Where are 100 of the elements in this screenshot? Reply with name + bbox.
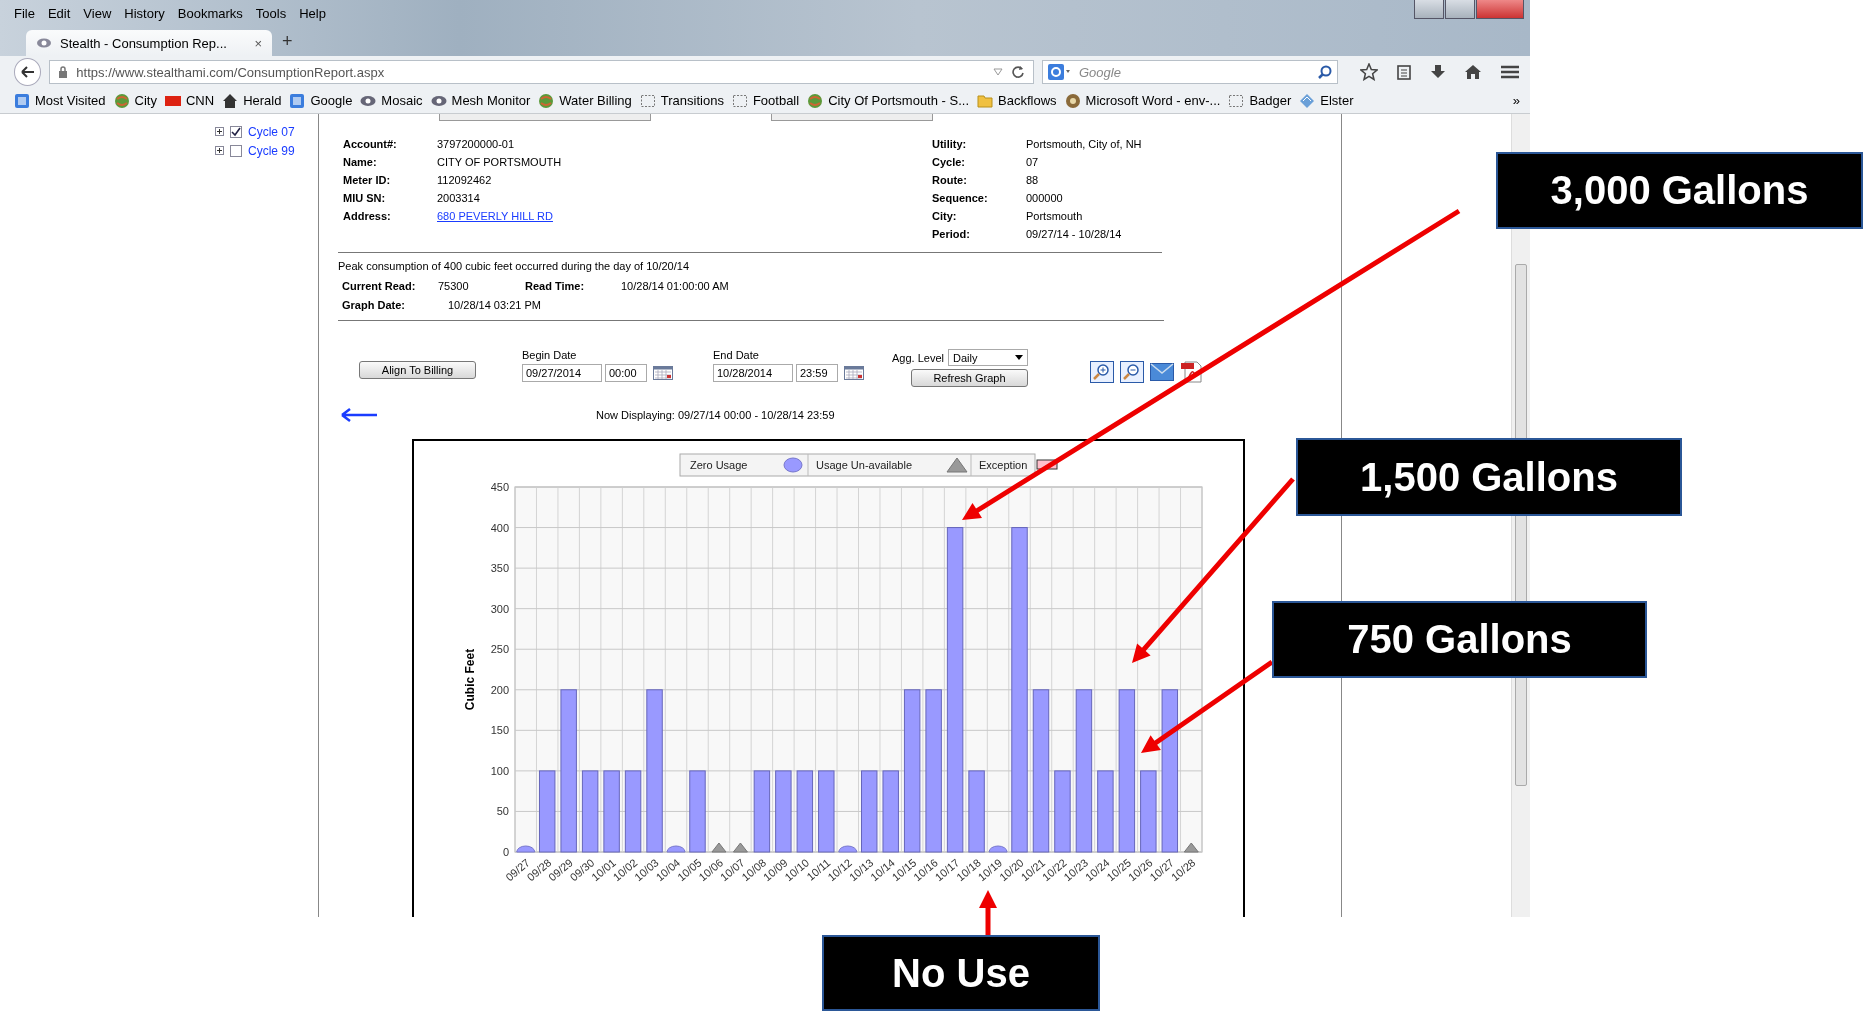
bookmark[interactable]: Backflows: [977, 92, 1057, 109]
zero-usage-marker: [988, 845, 1008, 853]
bookmark[interactable]: Football: [731, 92, 800, 109]
circle-marker-icon: [783, 457, 803, 473]
field-value: CITY OF PORTSMOUTH: [437, 156, 563, 168]
folder-icon: [977, 92, 993, 109]
page-icon: [731, 92, 748, 109]
star-icon[interactable]: [1360, 63, 1378, 81]
bookmark[interactable]: Transitions: [639, 92, 724, 109]
field-label: Address:: [343, 210, 392, 222]
calendar-icon[interactable]: [844, 366, 864, 380]
back-arrow-icon[interactable]: [340, 408, 378, 422]
callout-label: 3,000 Gallons: [1496, 152, 1863, 229]
address-bar[interactable]: https://www.stealthami.com/ConsumptionReport.aspx: [49, 60, 1034, 84]
agg-level-dropdown[interactable]: Daily: [948, 349, 1028, 366]
checkbox[interactable]: [230, 125, 242, 138]
caret-icon: [1015, 355, 1023, 360]
square-icon: [14, 92, 30, 109]
bookmark[interactable]: Herald: [222, 92, 282, 109]
agg-level-label: Agg. Level: [892, 351, 944, 364]
bookmark[interactable]: Mosaic: [360, 92, 423, 109]
date-label: Begin Date: [522, 349, 578, 361]
search-engine-icon[interactable]: [1048, 64, 1072, 80]
field-value: 75300: [438, 280, 470, 292]
new-tab-button[interactable]: +: [282, 31, 293, 52]
field-label: City:: [932, 210, 958, 222]
field-value: 88: [1026, 174, 1040, 186]
calendar-icon[interactable]: [653, 366, 673, 380]
menu-item[interactable]: History: [124, 5, 165, 21]
date-field[interactable]: 10/28/2014: [713, 364, 793, 382]
maximize-button[interactable]: [1445, 0, 1475, 19]
date-field[interactable]: 09/27/2014: [522, 364, 602, 382]
menu-item[interactable]: View: [83, 5, 112, 21]
field-value: 112092462: [437, 174, 493, 186]
globe-icon: [113, 92, 130, 109]
field-label: Graph Date:: [342, 299, 406, 311]
bookmark[interactable]: City: [113, 92, 157, 109]
back-button[interactable]: [14, 58, 42, 86]
bookmark[interactable]: Microsoft Word - env-...: [1064, 92, 1221, 109]
legend-label: Exception: [979, 459, 1028, 471]
menu-item[interactable]: File: [14, 5, 35, 21]
email-icon[interactable]: [1150, 361, 1174, 383]
callout-label: 1,500 Gallons: [1296, 438, 1682, 516]
back-arrow-icon: [20, 66, 35, 78]
axis-tick-label: 400: [490, 521, 509, 534]
axis-tick-label: 150: [490, 724, 509, 737]
menu-item[interactable]: Tools: [255, 5, 287, 21]
address-link[interactable]: 680 PEVERLY HILL RD: [437, 210, 932, 222]
field-label: Read Time:: [525, 280, 586, 292]
reload-icon[interactable]: [1011, 65, 1025, 79]
field-value: 09/27/14 - 10/28/14: [1026, 228, 1123, 240]
clipboard-icon[interactable]: [1396, 64, 1412, 80]
home-icon[interactable]: [1464, 64, 1482, 80]
tree-item[interactable]: Cycle 07: [248, 124, 295, 139]
zoom-out-icon[interactable]: [1120, 361, 1144, 383]
download-icon[interactable]: [1430, 64, 1446, 80]
menu-item[interactable]: Edit: [47, 5, 71, 21]
bookmark[interactable]: Google: [289, 92, 353, 109]
axis-tick-label: 50: [496, 805, 509, 818]
field-label: Account#:: [343, 138, 398, 150]
legend-label: Usage Un-available: [816, 459, 912, 471]
expand-icon[interactable]: [215, 127, 224, 136]
bookmark[interactable]: Elster: [1299, 92, 1354, 109]
browser-tab[interactable]: Stealth - Consumption Rep... ×: [26, 30, 272, 56]
overflow-button[interactable]: »: [1512, 93, 1520, 108]
house-icon: [222, 92, 239, 109]
bookmark[interactable]: CNN: [164, 92, 215, 109]
bookmark[interactable]: City Of Portsmouth - S...: [807, 92, 969, 109]
axis-tick-label: 100: [490, 764, 509, 777]
bookmark[interactable]: Most Visited: [14, 92, 106, 109]
tab-close-button[interactable]: ×: [254, 35, 262, 51]
close-button[interactable]: [1476, 0, 1524, 19]
square-icon: [289, 92, 306, 109]
field-value: Portsmouth: [1026, 210, 1084, 222]
bookmark[interactable]: Badger: [1228, 92, 1292, 109]
axis-tick-label: 200: [490, 683, 509, 696]
zoom-in-icon[interactable]: [1090, 361, 1114, 383]
field-label: Route:: [932, 174, 968, 186]
menu-item[interactable]: Bookmarks: [177, 5, 243, 21]
callout-label: 750 Gallons: [1272, 601, 1647, 678]
unavailable-marker: [732, 842, 748, 853]
menu-icon[interactable]: [1500, 64, 1520, 80]
field-label: Sequence:: [932, 192, 989, 204]
menu-item[interactable]: Help: [299, 5, 326, 21]
legend-label: Zero Usage: [690, 459, 748, 471]
bookmark[interactable]: Mesh Monitor: [430, 92, 531, 109]
align-to-billing-button[interactable]: Align To Billing: [359, 361, 476, 379]
time-field[interactable]: 00:00: [605, 364, 647, 382]
url-text: https://www.stealthami.com/ConsumptionReport.aspx: [76, 64, 386, 80]
lock-icon: [58, 66, 69, 78]
refresh-graph-button[interactable]: Refresh Graph: [911, 369, 1028, 387]
checkbox[interactable]: [230, 144, 242, 157]
bookmark[interactable]: Water Billing: [538, 92, 632, 109]
field-value: Portsmouth, City of, NH: [1026, 138, 1142, 150]
search-icon[interactable]: [1318, 65, 1332, 79]
search-field[interactable]: Google: [1042, 60, 1338, 84]
time-field[interactable]: 23:59: [796, 364, 838, 382]
tree-item[interactable]: Cycle 99: [248, 143, 295, 158]
expand-icon[interactable]: [215, 146, 224, 155]
minimize-button[interactable]: [1414, 0, 1444, 19]
